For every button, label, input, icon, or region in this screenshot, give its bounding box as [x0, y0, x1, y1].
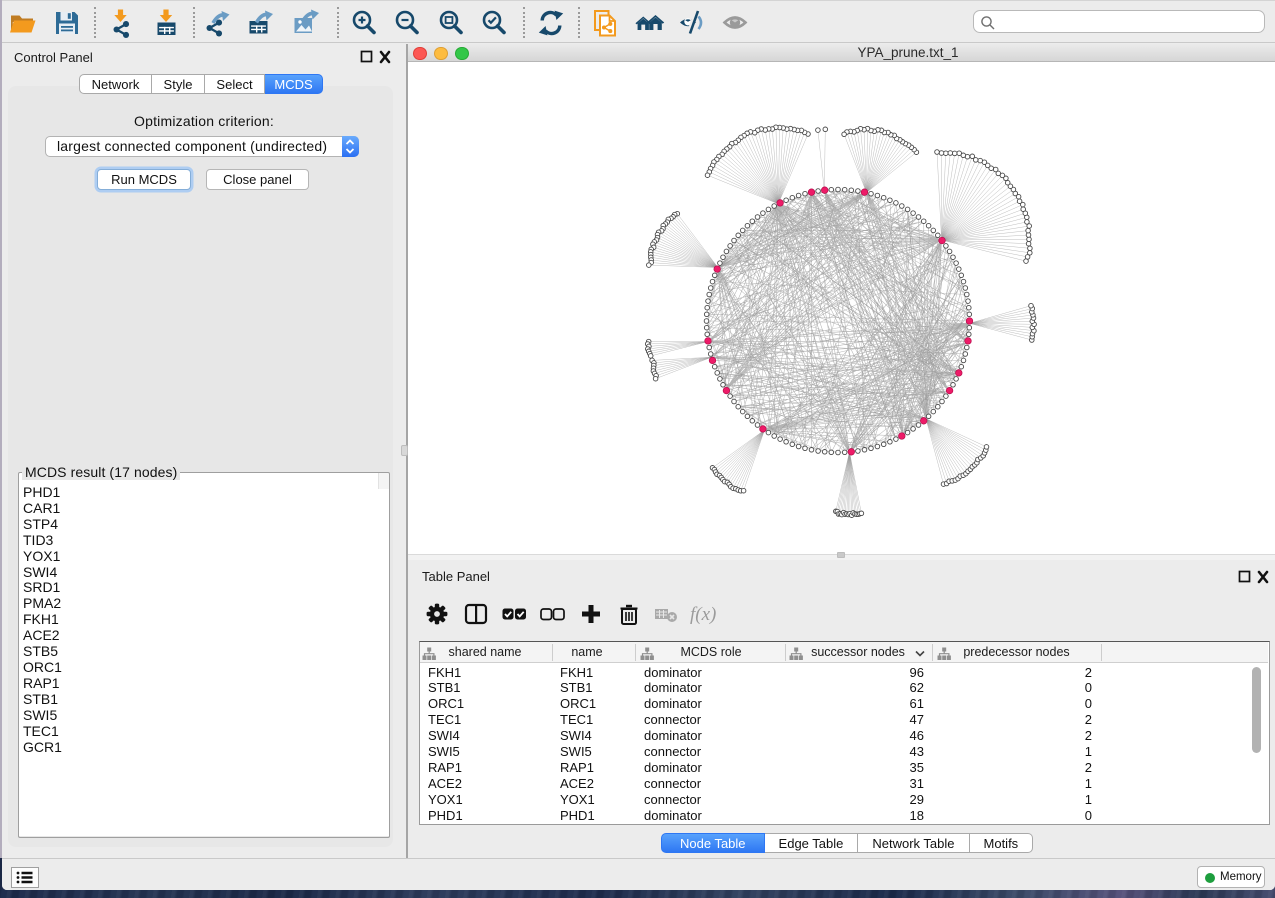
svg-text:f(x): f(x)	[690, 604, 716, 625]
